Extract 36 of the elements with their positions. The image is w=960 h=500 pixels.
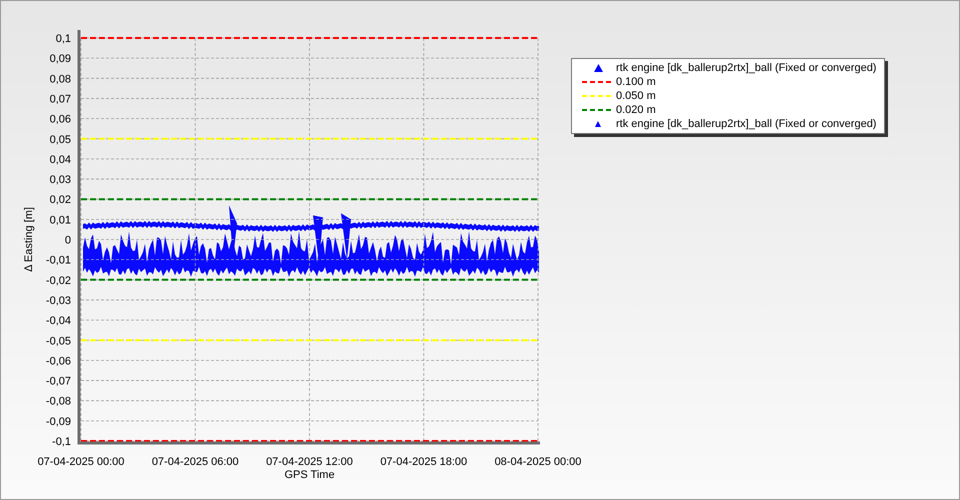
y-tick-label: 0,09	[50, 53, 71, 66]
y-tick-label: -0,07	[46, 376, 71, 388]
legend-label: 0.050 m	[616, 89, 656, 103]
x-tick-label: 08-04-2025 00:00	[494, 456, 582, 468]
y-tick-label: 0,02	[50, 194, 71, 206]
y-tick-label: -0,02	[46, 274, 71, 287]
y-tick-label: 0,01	[50, 214, 71, 226]
y-tick-label: -0,01	[46, 254, 71, 267]
x-tick-label: 07-04-2025 18:00	[380, 456, 468, 468]
y-tick-label: -0,03	[46, 294, 71, 307]
x-tick-label: 07-04-2025 06:00	[152, 456, 239, 468]
y-tick-label: 0	[64, 234, 71, 246]
y-tick-label: 0,08	[50, 73, 71, 86]
y-axis-title: Δ Easting [m]	[23, 207, 35, 272]
dashed-line-icon	[582, 81, 614, 83]
y-tick-label: -0,09	[46, 416, 71, 428]
y-tick-label: 0,06	[50, 114, 71, 126]
legend-label: rtk engine [dk_ballerup2rtx]_ball (Fixed or converged)	[616, 117, 876, 131]
y-tick-label: -0,05	[46, 335, 71, 348]
dashed-line-icon	[582, 95, 614, 97]
legend-label: 0.100 m	[616, 75, 656, 89]
y-tick-label: 0,07	[50, 93, 71, 106]
x-axis-title: GPS Time	[284, 469, 335, 481]
y-tick-label: 0,05	[50, 134, 71, 146]
y-tick-label: 0,03	[50, 174, 71, 186]
y-tick-label: 0,04	[50, 154, 71, 166]
y-tick-label: -0,08	[46, 396, 71, 408]
legend-label: rtk engine [dk_ballerup2rtx]_ball (Fixed or converged)	[616, 61, 876, 75]
y-tick-label: -0,1	[52, 436, 71, 448]
dashed-line-icon	[582, 109, 614, 111]
y-tick-label: -0,04	[46, 315, 71, 328]
x-tick-label: 07-04-2025 00:00	[38, 456, 124, 468]
legend-label: 0.020 m	[616, 103, 656, 117]
x-tick-label: 07-04-2025 12:00	[266, 456, 353, 468]
y-tick-label: -0,06	[46, 355, 71, 368]
y-tick-label: 0,1	[56, 33, 71, 45]
